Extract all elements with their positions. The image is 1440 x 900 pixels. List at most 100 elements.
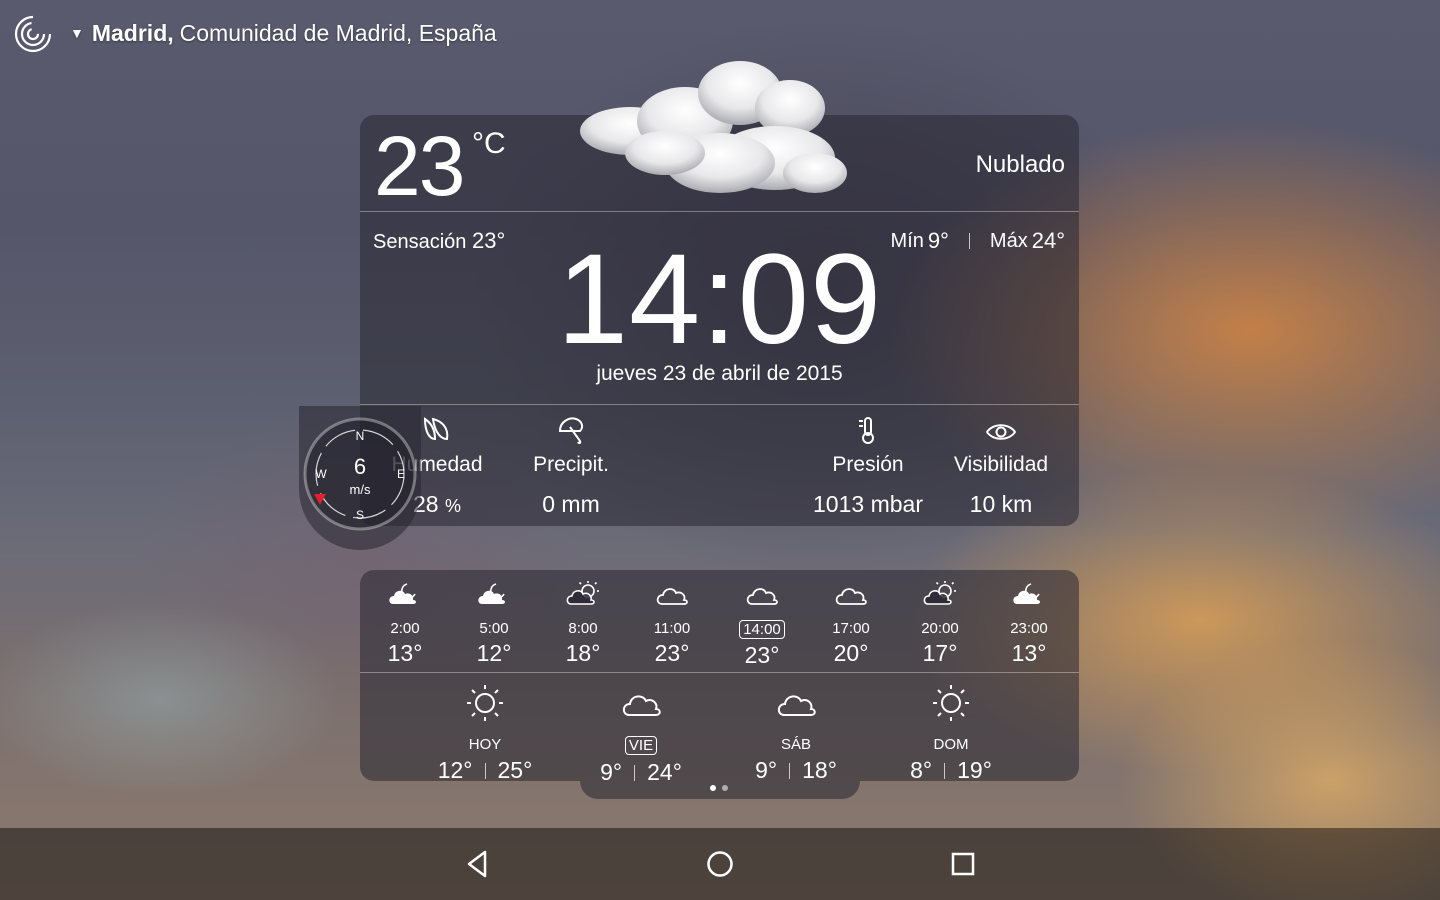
current-weather-panel: 23 °C Nublado Sensación 23° Mín 9° Máx 2… — [360, 61, 1079, 526]
location-region: Comunidad de Madrid, España — [179, 19, 497, 46]
hour-item[interactable]: 5:00 12° — [454, 580, 534, 667]
hour-item[interactable]: 8:00 18° — [543, 580, 623, 667]
precip-label: Precipit. — [533, 453, 609, 476]
day-item-selected[interactable]: VIE 9° 24° — [566, 683, 716, 786]
hour-time: 8:00 — [568, 620, 598, 637]
hour-temp: 17° — [922, 640, 958, 666]
home-button[interactable] — [700, 844, 740, 884]
hour-item[interactable]: 23:00 13° — [989, 580, 1069, 667]
day-name: SÁB — [780, 736, 811, 753]
hour-item[interactable]: 20:00 17° — [900, 580, 980, 667]
compass-w: W — [315, 467, 327, 481]
wind-unit: m/s — [350, 482, 371, 497]
recents-icon — [951, 852, 975, 876]
cloud-icon — [746, 588, 778, 605]
clock-section: Sensación 23° Mín 9° Máx 24° 14:09 jueve… — [360, 212, 1079, 405]
day-min: 12° — [437, 757, 473, 783]
visibility-value: 10 km — [969, 491, 1033, 517]
cloud-icon — [835, 588, 867, 605]
thermometer-icon — [859, 417, 874, 444]
day-min: 9° — [755, 757, 778, 783]
hour-item[interactable]: 17:00 20° — [811, 580, 891, 667]
precip-value: 0 mm — [542, 491, 600, 517]
humidity-icon — [423, 417, 449, 441]
condition-text: Nublado — [975, 151, 1065, 178]
pressure-label: Presión — [832, 453, 904, 476]
sun-icon — [933, 685, 969, 721]
day-max: 18° — [802, 757, 837, 783]
daily-forecast: HOY 12° 25° VIE 9° 24° SÁB 9° 18° DOM 8° 19° — [360, 673, 1079, 785]
hour-item[interactable]: 11:00 23° — [632, 580, 712, 667]
day-min: 8° — [910, 757, 933, 783]
back-button[interactable] — [457, 844, 497, 884]
hour-temp: 20° — [833, 640, 869, 666]
day-item[interactable]: DOM 8° 19° — [876, 683, 1026, 784]
wind-compass[interactable]: N E S W 6 m/s — [299, 406, 421, 550]
hour-temp: 13° — [387, 640, 423, 666]
back-icon — [467, 850, 487, 878]
hour-temp: 23° — [654, 640, 690, 666]
system-nav-bar — [0, 828, 1440, 900]
day-name: DOM — [933, 736, 969, 753]
day-max: 19° — [957, 757, 992, 783]
hour-time: 14:00 — [739, 620, 785, 639]
umbrella-icon — [558, 417, 584, 445]
hourly-forecast: 2:00 13° 5:00 12° 8:00 18° 11:00 23° 14:… — [360, 570, 1079, 673]
recents-button[interactable] — [943, 844, 983, 884]
hour-temp: 18° — [565, 640, 601, 666]
location-selector[interactable]: ▼ Madrid, Comunidad de Madrid, España — [70, 20, 497, 47]
cloud-icon — [622, 695, 661, 716]
current-conditions: 23 °C Nublado — [360, 61, 1079, 213]
humidity-unit: % — [444, 496, 461, 516]
hour-time: 5:00 — [479, 620, 509, 637]
sun-icon — [467, 685, 503, 721]
location-city: Madrid, — [91, 19, 174, 46]
hour-time: 17:00 — [832, 620, 870, 637]
day-item[interactable]: HOY 12° 25° — [410, 683, 560, 784]
current-temperature: 23 — [374, 119, 465, 213]
compass-s: S — [356, 508, 364, 522]
day-divider — [789, 762, 791, 779]
page-indicator[interactable] — [710, 785, 734, 791]
clock-date: jueves 23 de abril de 2015 — [596, 362, 843, 385]
cloud-icon — [656, 588, 688, 605]
compass-e: E — [397, 467, 405, 481]
hour-temp: 23° — [744, 642, 780, 668]
compass-n: N — [356, 429, 365, 443]
pressure-value: 1013 mbar — [813, 491, 923, 517]
hour-time: 23:00 — [1010, 620, 1048, 637]
app-logo-icon[interactable] — [12, 13, 52, 53]
hour-time: 2:00 — [390, 620, 420, 637]
day-divider — [634, 764, 636, 781]
clock-time[interactable]: 14:09 — [360, 230, 1079, 370]
hour-temp: 12° — [476, 640, 512, 666]
stat-pressure[interactable]: Presión 1013 mbar — [793, 405, 943, 518]
stat-precipitation[interactable]: Precipit. 0 mm — [496, 405, 646, 518]
day-divider — [944, 762, 946, 779]
day-name: VIE — [624, 736, 658, 755]
day-divider — [484, 762, 486, 779]
day-item[interactable]: SÁB 9° 18° — [721, 683, 871, 784]
compass-dial-icon: N E S W 6 m/s — [303, 417, 417, 531]
top-bar: ▼ Madrid, Comunidad de Madrid, España — [12, 12, 497, 54]
home-icon — [707, 851, 733, 877]
dropdown-triangle-icon: ▼ — [70, 25, 84, 41]
hour-item-selected[interactable]: 14:00 23° — [722, 580, 802, 669]
hour-time: 20:00 — [921, 620, 959, 637]
hour-item[interactable]: 2:00 13° — [365, 580, 445, 667]
wind-speed: 6 — [354, 454, 366, 479]
page-dot-active — [710, 785, 716, 791]
hour-temp: 13° — [1011, 640, 1047, 666]
partly-cloudy-icon — [566, 581, 599, 605]
visibility-label: Visibilidad — [953, 453, 1049, 476]
cloud-icon — [777, 695, 816, 716]
cloud-moon-icon — [478, 583, 505, 604]
hour-time: 11:00 — [653, 620, 691, 637]
cloud-illustration-icon — [580, 61, 847, 193]
partly-cloudy-icon — [923, 581, 956, 605]
cloud-moon-icon — [1013, 583, 1040, 604]
day-max: 25° — [497, 757, 533, 783]
stat-visibility[interactable]: Visibilidad 10 km — [926, 405, 1076, 518]
forecast-panel: 2:00 13° 5:00 12° 8:00 18° 11:00 23° 14:… — [360, 570, 1079, 785]
day-name: HOY — [468, 736, 502, 753]
